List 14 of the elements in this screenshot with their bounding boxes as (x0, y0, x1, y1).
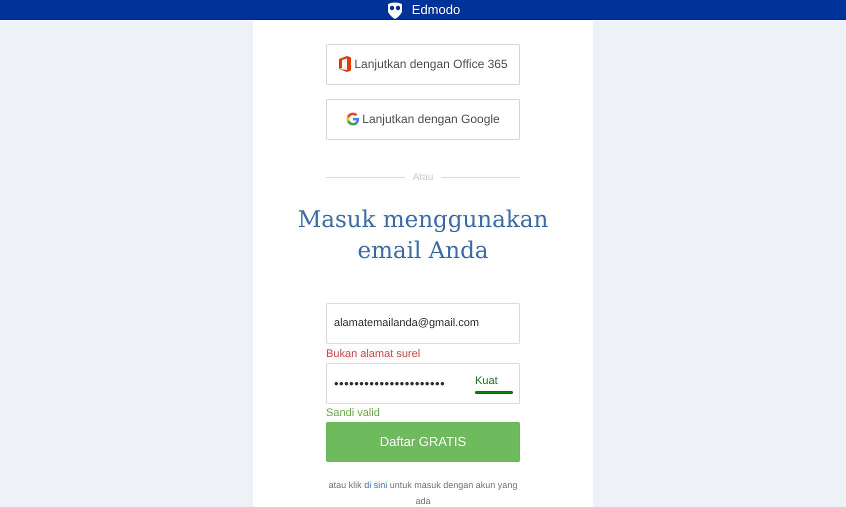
page-heading: Masuk menggunakan email Anda (296, 206, 550, 266)
office-logo-icon (338, 56, 352, 72)
email-error: Bukan alamat surel (326, 346, 420, 362)
login-note: atau klik di sini untuk masuk dengan akun yang ada (328, 478, 518, 507)
email-field[interactable]: alamatemailanda@gmail.com (326, 302, 520, 344)
brand-name[interactable]: Edmodo (412, 0, 460, 20)
password-hint: Sandi valid (326, 406, 380, 421)
password-field[interactable]: •••••••••••••••••••••• Kuat (326, 363, 520, 404)
login-link[interactable]: di sini (364, 480, 388, 490)
strength-label: Kuat (475, 374, 498, 389)
sso-button[interactable]: Lanjutkan dengan Google (326, 98, 520, 140)
password-value: •••••••••••••••••••••• (334, 374, 446, 393)
google-logo-icon (346, 112, 360, 126)
sso-button[interactable]: Lanjutkan dengan Office 365 (326, 44, 520, 84)
